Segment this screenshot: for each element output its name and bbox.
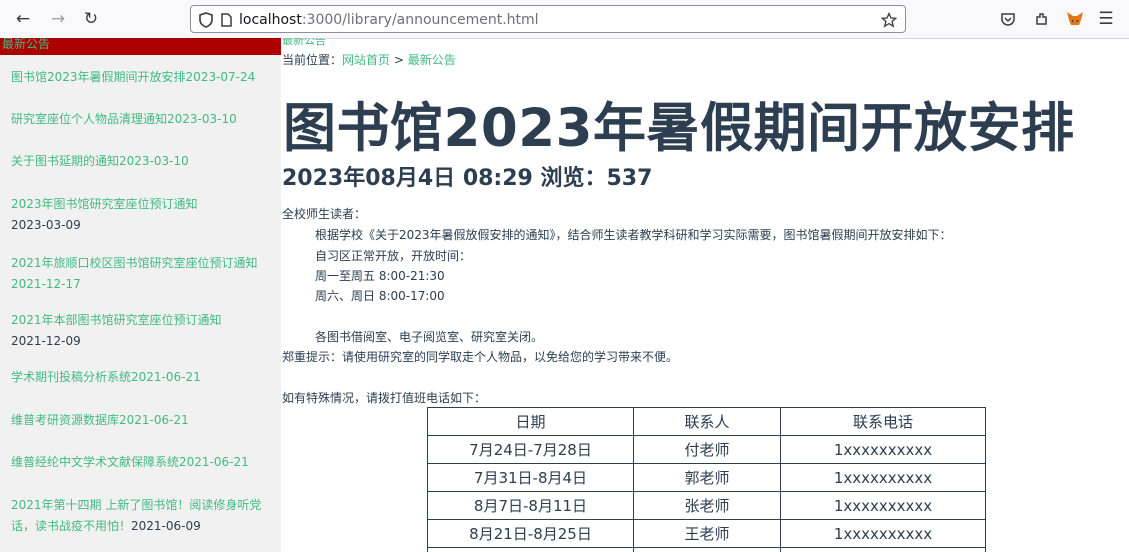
- menu-icon[interactable]: ☰: [1093, 6, 1119, 32]
- article-main: 最新公告 当前位置：网站首页 > 最新公告 图书馆2023年暑假期间开放安排 2…: [282, 38, 1129, 552]
- article-title: 图书馆2023年暑假期间开放安排: [283, 98, 1075, 159]
- sidebar-item-date: 2021-06-21: [179, 455, 249, 469]
- sidebar-item[interactable]: 2021年旅顺口校区图书馆研究室座位预订通知 2021-12-17: [11, 253, 269, 295]
- sidebar-item-title[interactable]: 学术期刊投稿分析系统: [11, 370, 131, 384]
- table-cell: 1xxxxxxxxxx: [780, 491, 986, 520]
- table-cell: 王老师: [633, 519, 781, 548]
- article-text-line: 如有特殊情况，请拨打值班电话如下：: [282, 391, 487, 405]
- sidebar-item[interactable]: 研究室座位个人物品清理通知2023-03-10: [11, 109, 269, 130]
- table-header-row: 日期 联系人 联系电话: [427, 407, 986, 436]
- breadcrumb-home-link[interactable]: 网站首页: [342, 53, 390, 67]
- duty-phone-table: 日期 联系人 联系电话 7月24日-7月28日 付老师 1xxxxxxxxxx …: [427, 407, 986, 552]
- breadcrumb-current-link[interactable]: 最新公告: [408, 53, 456, 67]
- table-row: 8月21日-8月25日 王老师 1xxxxxxxxxx: [427, 519, 986, 548]
- table-header-cell: 联系人: [633, 407, 781, 436]
- breadcrumb-prefix: 当前位置：: [282, 53, 343, 67]
- back-icon[interactable]: ←: [10, 6, 36, 32]
- table-cell: [633, 547, 781, 552]
- table-row: 7月24日-7月28日 付老师 1xxxxxxxxxx: [427, 435, 986, 464]
- table-row: 7月31日-8月4日 郭老师 1xxxxxxxxxx: [427, 463, 986, 492]
- url-host: localhost: [239, 12, 302, 28]
- table-cell: [780, 547, 986, 552]
- sidebar-item-title[interactable]: 图书馆2023年暑假期间开放安排: [11, 70, 186, 84]
- table-cell: 1xxxxxxxxxx: [780, 435, 986, 464]
- bookmark-star-icon[interactable]: [879, 10, 899, 30]
- url-path: :3000/library/announcement.html: [301, 12, 539, 28]
- table-cell: 7月24日-7月28日: [427, 435, 634, 464]
- article-text-line: 根据学校《关于2023年暑假放假安排的通知》，结合师生读者教学科研和学习实际需要…: [315, 228, 952, 242]
- pocket-icon[interactable]: [995, 6, 1021, 32]
- shield-icon[interactable]: [196, 10, 216, 30]
- sidebar-item[interactable]: 图书馆2023年暑假期间开放安排2023-07-24: [11, 67, 269, 88]
- sidebar-item-title[interactable]: 2021年旅顺口校区图书馆研究室座位预订通知: [11, 256, 258, 270]
- table-cell: 8月7日-8月11日: [427, 491, 634, 520]
- table-row: 8月7日-8月11日 张老师 1xxxxxxxxxx: [427, 491, 986, 520]
- sidebar-item-date: 2023-03-09: [11, 218, 81, 232]
- sidebar-item-date: 2021-12-17: [11, 277, 81, 291]
- article-text-line: 郑重提示：请使用研究室的同学取走个人物品，以免给您的学习带来不便。: [282, 350, 679, 364]
- table-header-cell: 联系电话: [780, 407, 986, 436]
- table-header-cell: 日期: [427, 407, 634, 436]
- article-meta: 2023年08月4日 08:29 浏览：537: [282, 166, 653, 191]
- announcement-sidebar: 最新公告 图书馆2023年暑假期间开放安排2023-07-24 研究室座位个人物…: [0, 38, 281, 552]
- table-cell: 7月31日-8月4日: [427, 463, 634, 492]
- breadcrumb: 当前位置：网站首页 > 最新公告: [282, 51, 456, 68]
- table-cell: 8月21日-8月25日: [427, 519, 634, 548]
- url-text: localhost:3000/library/announcement.html: [239, 12, 539, 28]
- table-cell: 张老师: [633, 491, 781, 520]
- article-text-line: 全校师生读者：: [282, 207, 367, 221]
- url-bar[interactable]: localhost:3000/library/announcement.html: [190, 5, 906, 33]
- sidebar-item-title[interactable]: 关于图书延期的通知: [11, 154, 119, 168]
- extensions-icon[interactable]: [1029, 6, 1055, 32]
- table-cell: 付老师: [633, 435, 781, 464]
- sidebar-item-date: 2021-06-21: [119, 413, 189, 427]
- crumb-top-link[interactable]: 最新公告: [282, 38, 326, 48]
- table-cell: 1xxxxxxxxxx: [780, 463, 986, 492]
- sidebar-item-date: 2023-07-24: [185, 70, 256, 84]
- article-text-line: 各图书借阅室、电子阅览室、研究室关闭。: [315, 330, 544, 344]
- article-text-line: 周一至周五 8:00-21:30: [315, 269, 445, 283]
- table-cell: [427, 547, 634, 552]
- sidebar-item[interactable]: 2023年图书馆研究室座位预订通知 2023-03-09: [11, 194, 269, 236]
- breadcrumb-separator: >: [390, 53, 408, 67]
- browser-toolbar: ← → ↻ localhost:3000/library/announcemen…: [0, 0, 1129, 39]
- sidebar-header: 最新公告: [0, 38, 281, 55]
- sidebar-item-title[interactable]: 研究室座位个人物品清理通知: [11, 112, 167, 126]
- table-cell: 郭老师: [633, 463, 781, 492]
- sidebar-item-title[interactable]: 维普经纶中文学术文献保障系统: [11, 455, 179, 469]
- sidebar-item-title[interactable]: 2021年本部图书馆研究室座位预订通知: [11, 313, 222, 327]
- sidebar-item-date: 2021-06-21: [131, 370, 201, 384]
- sidebar-item[interactable]: 维普经纶中文学术文献保障系统2021-06-21: [11, 452, 269, 473]
- sidebar-item[interactable]: 学术期刊投稿分析系统2021-06-21: [11, 367, 269, 388]
- sidebar-item-date: 2023-03-10: [167, 112, 237, 126]
- sidebar-item[interactable]: 2021年本部图书馆研究室座位预订通知 2021-12-09: [11, 310, 269, 352]
- sidebar-item[interactable]: 维普考研资源数据库2021-06-21: [11, 410, 269, 431]
- sidebar-item-date: 2021-12-09: [11, 334, 81, 348]
- page-icon[interactable]: [219, 10, 233, 30]
- forward-icon[interactable]: →: [45, 6, 71, 32]
- article-text-line: 自习区正常开放，开放时间：: [315, 249, 472, 263]
- sidebar-item-date: 2023-03-10: [119, 154, 189, 168]
- sidebar-item[interactable]: 关于图书延期的通知2023-03-10: [11, 151, 269, 172]
- sidebar-item-date: 2021-06-09: [131, 519, 201, 533]
- table-row: [427, 547, 986, 552]
- sidebar-item-title[interactable]: 维普考研资源数据库: [11, 413, 119, 427]
- sidebar-item[interactable]: 2021年第十四期 上新了图书馆！阅读修身听党话，读书战疫不用怕！2021-06…: [11, 495, 269, 537]
- article-text-line: 周六、周日 8:00-17:00: [315, 289, 445, 303]
- reload-icon[interactable]: ↻: [78, 6, 104, 32]
- table-cell: 1xxxxxxxxxx: [780, 519, 986, 548]
- sidebar-item-title[interactable]: 2023年图书馆研究室座位预订通知: [11, 197, 198, 211]
- metamask-fox-icon[interactable]: [1062, 6, 1088, 32]
